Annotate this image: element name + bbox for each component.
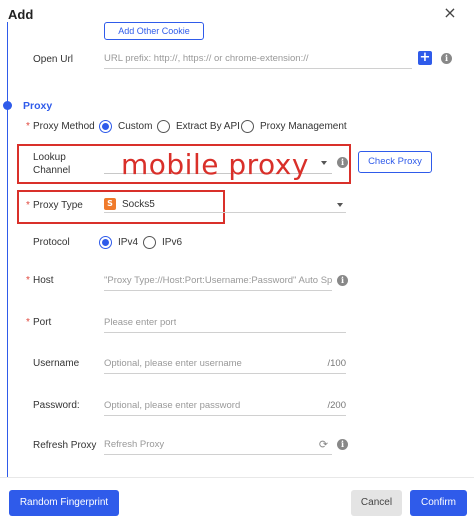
password-char-counter: /200 [327, 400, 347, 411]
refresh-proxy-input[interactable]: Refresh Proxy [104, 437, 332, 455]
password-input[interactable]: Optional, please enter password /200 [104, 398, 346, 416]
host-label: Host [26, 275, 53, 286]
check-proxy-button[interactable]: Check Proxy [358, 151, 432, 173]
plus-icon[interactable]: + [418, 51, 432, 65]
proxy-type-label: Proxy Type [26, 200, 83, 211]
footer-divider [0, 477, 474, 478]
open-url-label: Open Url [33, 54, 74, 65]
proxy-method-label: Proxy Method [26, 121, 95, 132]
info-icon[interactable]: i [337, 439, 348, 450]
password-label: Password: [33, 400, 80, 411]
info-icon[interactable]: i [441, 53, 452, 64]
cancel-button[interactable]: Cancel [351, 490, 402, 516]
radio-proxy-management-label: Proxy Management [260, 121, 347, 132]
protocol-label: Protocol [33, 237, 70, 248]
radio-ipv6[interactable] [143, 236, 156, 249]
host-input[interactable]: "Proxy Type://Host:Port:Username:Passwor… [104, 273, 332, 291]
info-icon[interactable]: i [337, 275, 348, 286]
port-label: Port [26, 317, 51, 328]
radio-proxy-management[interactable] [241, 120, 254, 133]
confirm-button[interactable]: Confirm [410, 490, 467, 516]
radio-extract-by-api[interactable] [157, 120, 170, 133]
dialog-title-bar: Add × [0, 0, 474, 28]
host-placeholder: "Proxy Type://Host:Port:Username:Passwor… [104, 275, 332, 286]
username-label: Username [33, 358, 80, 369]
chevron-down-icon [337, 203, 343, 207]
port-placeholder: Please enter port [104, 317, 177, 328]
radio-ipv4-label: IPv4 [118, 237, 139, 248]
username-placeholder: Optional, please enter username [104, 358, 242, 369]
port-input[interactable]: Please enter port [104, 315, 346, 333]
open-url-placeholder: URL prefix: http://, https:// or chrome-… [104, 53, 309, 64]
add-other-cookie-button[interactable]: Add Other Cookie [104, 22, 204, 40]
radio-ipv6-label: IPv6 [162, 237, 183, 248]
radio-custom-label: Custom [118, 121, 153, 132]
refresh-proxy-label: Refresh Proxy [33, 440, 97, 451]
password-placeholder: Optional, please enter password [104, 400, 241, 411]
lookup-channel-label-line2: Channel [33, 165, 71, 176]
lookup-channel-value: mobile proxy [121, 148, 309, 181]
refresh-icon[interactable]: ⟳ [318, 439, 329, 450]
radio-extract-by-api-label: Extract By API [176, 121, 240, 132]
refresh-proxy-placeholder: Refresh Proxy [104, 439, 165, 450]
radio-ipv4[interactable] [99, 236, 112, 249]
lookup-channel-label-line1: Lookup [33, 152, 66, 163]
proxy-section-dot [3, 101, 12, 110]
close-icon[interactable]: × [442, 5, 458, 21]
username-input[interactable]: Optional, please enter username /100 [104, 356, 346, 374]
info-icon[interactable]: i [337, 157, 348, 168]
random-fingerprint-button[interactable]: Random Fingerprint [9, 490, 119, 516]
socks5-icon: S [104, 198, 116, 210]
username-char-counter: /100 [327, 358, 347, 369]
chevron-down-icon [321, 161, 327, 165]
radio-custom[interactable] [99, 120, 112, 133]
section-timeline [7, 22, 8, 477]
open-url-input[interactable]: URL prefix: http://, https:// or chrome-… [104, 51, 412, 69]
proxy-section-title: Proxy [23, 100, 53, 112]
proxy-type-value: Socks5 [122, 199, 155, 210]
dialog-title: Add [8, 7, 34, 22]
